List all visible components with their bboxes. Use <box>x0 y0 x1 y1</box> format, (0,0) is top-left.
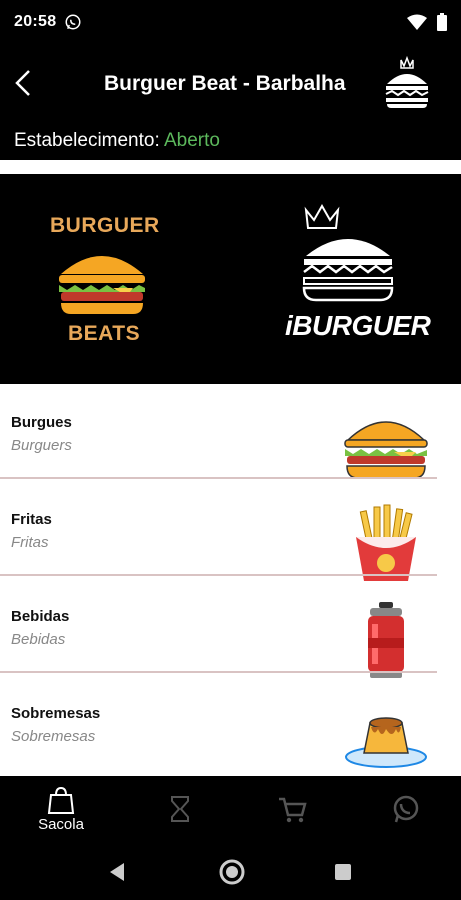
establishment-label: Estabelecimento: <box>14 130 160 151</box>
burguer-beats-logo-bottom-text: BEATS <box>68 322 141 345</box>
crown-burger-logo-icon <box>385 55 429 108</box>
system-back-icon[interactable] <box>108 862 126 882</box>
category-item-bebidas[interactable]: Bebidas Bebidas <box>0 578 461 678</box>
system-home-icon[interactable] <box>218 858 246 886</box>
divider <box>0 477 437 479</box>
category-item-sobremesas[interactable]: Sobremesas Sobremesas <box>0 675 461 770</box>
divider <box>0 671 437 673</box>
category-subtitle: Sobremesas <box>11 728 96 745</box>
divider <box>0 160 461 174</box>
category-title: Bebidas <box>11 608 70 625</box>
burguer-beats-burger-icon <box>59 256 145 314</box>
whatsapp-notification-icon <box>65 14 81 30</box>
category-title: Fritas <box>11 511 52 528</box>
nav-cart[interactable] <box>272 776 312 842</box>
app-header: Burguer Beat - Barbalha <box>0 44 461 128</box>
nav-sacola[interactable]: Sacola <box>28 776 94 842</box>
category-subtitle: Fritas <box>11 534 49 551</box>
fries-icon <box>356 504 416 581</box>
hourglass-icon <box>171 796 189 822</box>
bottom-navigation: Sacola <box>0 776 461 842</box>
category-list: Burgues Burguers Fritas Fritas Bebidas B… <box>0 384 461 776</box>
category-title: Sobremesas <box>11 705 101 722</box>
page-title: Burguer Beat - Barbalha <box>104 72 346 95</box>
brand-banner: BURGUER BEATS iBURGUER <box>0 174 461 384</box>
nav-label-sacola: Sacola <box>38 815 84 833</box>
nav-orders[interactable] <box>160 776 200 842</box>
back-button[interactable] <box>6 66 40 100</box>
establishment-status: Estabelecimento: Aberto <box>14 130 220 152</box>
soda-can-icon <box>368 602 404 678</box>
iburguer-burger-icon <box>302 239 394 302</box>
category-item-burgues[interactable]: Burgues Burguers <box>0 384 461 479</box>
category-item-fritas[interactable]: Fritas Fritas <box>0 481 461 581</box>
cart-icon <box>279 797 307 823</box>
whatsapp-icon <box>393 795 419 823</box>
chevron-left-icon <box>15 70 30 96</box>
bag-icon <box>47 786 75 814</box>
battery-icon <box>437 13 447 31</box>
category-subtitle: Burguers <box>11 437 72 454</box>
divider <box>0 574 437 576</box>
iburguer-logo-text: iBURGUER <box>285 310 431 341</box>
status-time: 20:58 <box>14 13 57 30</box>
system-navigation-bar <box>0 842 461 900</box>
pudding-icon <box>345 717 427 768</box>
category-subtitle: Bebidas <box>11 631 66 648</box>
nav-whatsapp[interactable] <box>386 776 426 842</box>
system-recents-icon[interactable] <box>334 863 352 881</box>
wifi-icon <box>407 14 427 30</box>
burger-icon <box>344 421 428 479</box>
establishment-status-value: Aberto <box>163 130 220 151</box>
burguer-beats-logo-top-text: BURGUER <box>50 214 160 237</box>
status-bar: 20:58 <box>0 0 461 44</box>
category-title: Burgues <box>11 414 72 431</box>
